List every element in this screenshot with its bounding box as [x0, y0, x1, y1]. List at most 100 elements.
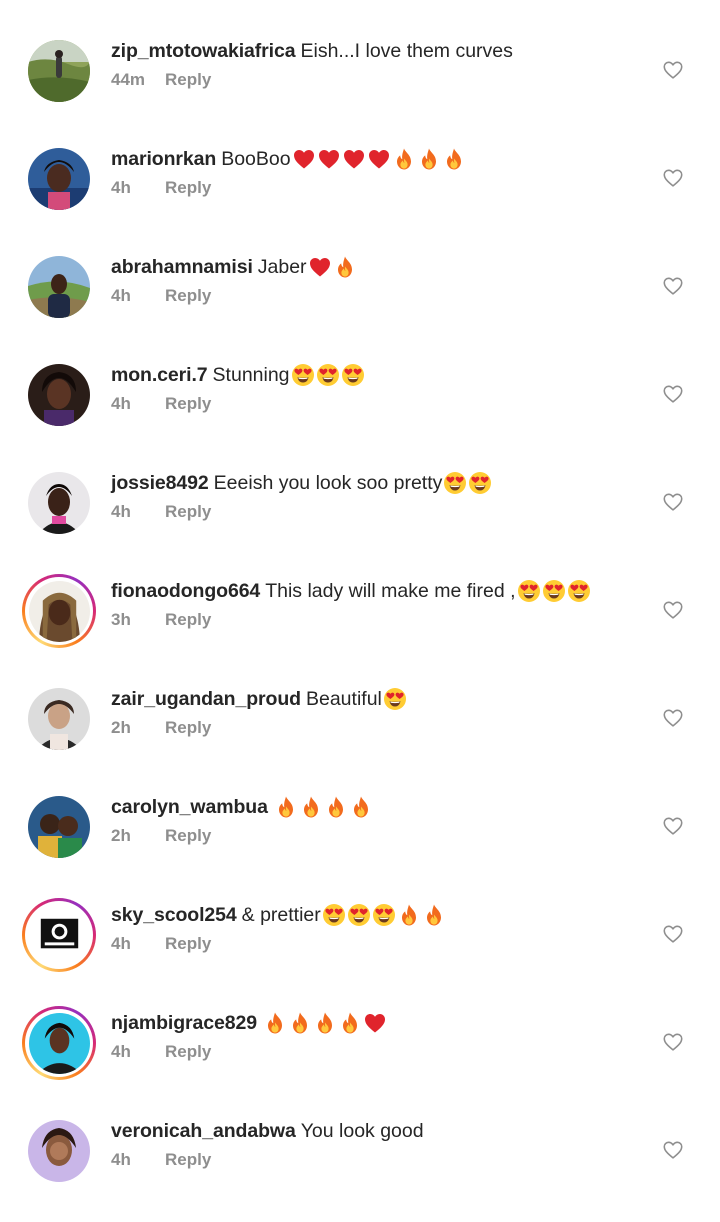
reply-button[interactable]: Reply	[165, 718, 211, 738]
avatar-ring-gap	[25, 577, 93, 645]
comment-text: You look good	[300, 1120, 424, 1142]
comment-username[interactable]: carolyn_wambua	[111, 794, 268, 820]
fire-emoji	[401, 904, 416, 926]
avatar-story-ring[interactable]	[22, 574, 96, 648]
comment-emojis	[383, 687, 408, 711]
avatar-image	[28, 904, 90, 966]
comment-timestamp: 4h	[111, 178, 131, 197]
comment-body: carolyn_wambua 2h Reply	[111, 794, 631, 846]
comment-username[interactable]: sky_scool254	[111, 902, 237, 928]
red-heart-emoji	[368, 150, 389, 169]
reply-button[interactable]: Reply	[165, 1150, 211, 1170]
comment-line: njambigrace829	[111, 1010, 631, 1036]
heart-outline-icon[interactable]	[662, 383, 684, 405]
comment-meta: 4h Reply	[111, 1042, 631, 1062]
reply-button[interactable]: Reply	[165, 394, 211, 414]
comment-username[interactable]: zair_ugandan_proud	[111, 686, 301, 712]
heart-outline-icon[interactable]	[662, 707, 684, 729]
heart-outline-icon[interactable]	[662, 59, 684, 81]
avatar[interactable]	[22, 1114, 96, 1188]
reply-button[interactable]: Reply	[165, 178, 211, 198]
comment-username[interactable]: njambigrace829	[111, 1010, 257, 1036]
heart-eyes-emoji	[316, 364, 339, 386]
heart-eyes-emoji	[444, 472, 467, 494]
heart-outline-icon[interactable]	[662, 275, 684, 297]
comment-line: abrahamnamisi Jaber	[111, 254, 631, 280]
fire-emoji	[426, 904, 441, 926]
comment-body: zip_mtotowakiafrica Eish...I love them c…	[111, 38, 631, 90]
avatar-image	[28, 1012, 90, 1074]
red-heart-emoji	[309, 258, 330, 277]
comment-line: veronicah_andabwa You look good	[111, 1118, 631, 1144]
comment-row: zip_mtotowakiafrica Eish...I love them c…	[0, 34, 720, 142]
comment-text: Stunning	[212, 364, 290, 386]
comment-meta: 4h Reply	[111, 934, 631, 954]
heart-outline-icon[interactable]	[662, 1139, 684, 1161]
comment-username[interactable]: jossie8492	[111, 470, 209, 496]
comment-row: njambigrace829 4h Reply	[0, 1006, 720, 1114]
red-heart-emoji	[293, 150, 314, 169]
reply-button[interactable]: Reply	[165, 610, 211, 630]
avatar-image	[28, 472, 90, 534]
heart-eyes-emoji	[383, 688, 406, 710]
comment-meta: 4h Reply	[111, 502, 631, 522]
heart-eyes-emoji	[542, 580, 565, 602]
heart-outline-icon[interactable]	[662, 599, 684, 621]
comment-emojis	[291, 363, 366, 387]
reply-button[interactable]: Reply	[165, 934, 211, 954]
heart-outline-icon[interactable]	[662, 1031, 684, 1053]
heart-outline-icon[interactable]	[662, 815, 684, 837]
reply-button[interactable]: Reply	[165, 70, 211, 90]
comment-username[interactable]: mon.ceri.7	[111, 362, 208, 388]
comment-meta: 2h Reply	[111, 826, 631, 846]
heart-eyes-emoji	[469, 472, 492, 494]
avatar[interactable]	[22, 250, 96, 324]
fire-emoji	[303, 796, 318, 818]
comment-meta: 4h Reply	[111, 1150, 631, 1170]
comment-username[interactable]: marionrkan	[111, 146, 216, 172]
avatar[interactable]	[22, 790, 96, 864]
comment-line: sky_scool254 & prettier	[111, 902, 631, 928]
reply-button[interactable]: Reply	[165, 286, 211, 306]
comment-line: fionaodongo664 This lady will make me fi…	[111, 578, 631, 604]
comment-username[interactable]: abrahamnamisi	[111, 254, 253, 280]
heart-eyes-emoji	[372, 904, 395, 926]
comment-username[interactable]: veronicah_andabwa	[111, 1118, 296, 1144]
avatar[interactable]	[22, 34, 96, 108]
comment-line: marionrkan BooBoo	[111, 146, 631, 172]
heart-outline-icon[interactable]	[662, 167, 684, 189]
avatar-story-ring[interactable]	[22, 898, 96, 972]
comment-emojis	[308, 255, 358, 279]
heart-outline-icon[interactable]	[662, 923, 684, 945]
red-heart-emoji	[318, 150, 339, 169]
heart-eyes-emoji	[291, 364, 314, 386]
heart-eyes-emoji	[341, 364, 364, 386]
reply-button[interactable]: Reply	[165, 502, 211, 522]
comment-timestamp: 4h	[111, 934, 131, 953]
avatar[interactable]	[22, 358, 96, 432]
heart-eyes-emoji	[347, 904, 370, 926]
comment-line: carolyn_wambua	[111, 794, 631, 820]
comment-body: sky_scool254 & prettier 4h Reply	[111, 902, 631, 954]
reply-button[interactable]: Reply	[165, 826, 211, 846]
comment-emojis	[274, 795, 374, 819]
reply-button[interactable]: Reply	[165, 1042, 211, 1062]
comment-text: This lady will make me fired ,	[265, 580, 516, 602]
comment-meta: 3h Reply	[111, 610, 631, 630]
comment-row: veronicah_andabwa You look good 4h Reply	[0, 1114, 720, 1222]
comment-row: zair_ugandan_proud Beautiful 2h Reply	[0, 682, 720, 790]
comment-line: zip_mtotowakiafrica Eish...I love them c…	[111, 38, 631, 64]
comment-meta: 2h Reply	[111, 718, 631, 738]
avatar[interactable]	[22, 466, 96, 540]
avatar-ring-gap	[25, 901, 93, 969]
comment-username[interactable]: zip_mtotowakiafrica	[111, 38, 296, 64]
avatar-image	[28, 1120, 90, 1182]
comment-username[interactable]: fionaodongo664	[111, 578, 260, 604]
comment-body: zair_ugandan_proud Beautiful 2h Reply	[111, 686, 631, 738]
avatar[interactable]	[22, 142, 96, 216]
heart-outline-icon[interactable]	[662, 491, 684, 513]
avatar[interactable]	[22, 682, 96, 756]
fire-emoji	[421, 148, 436, 170]
comment-timestamp: 44m	[111, 70, 146, 89]
avatar-story-ring[interactable]	[22, 1006, 96, 1080]
